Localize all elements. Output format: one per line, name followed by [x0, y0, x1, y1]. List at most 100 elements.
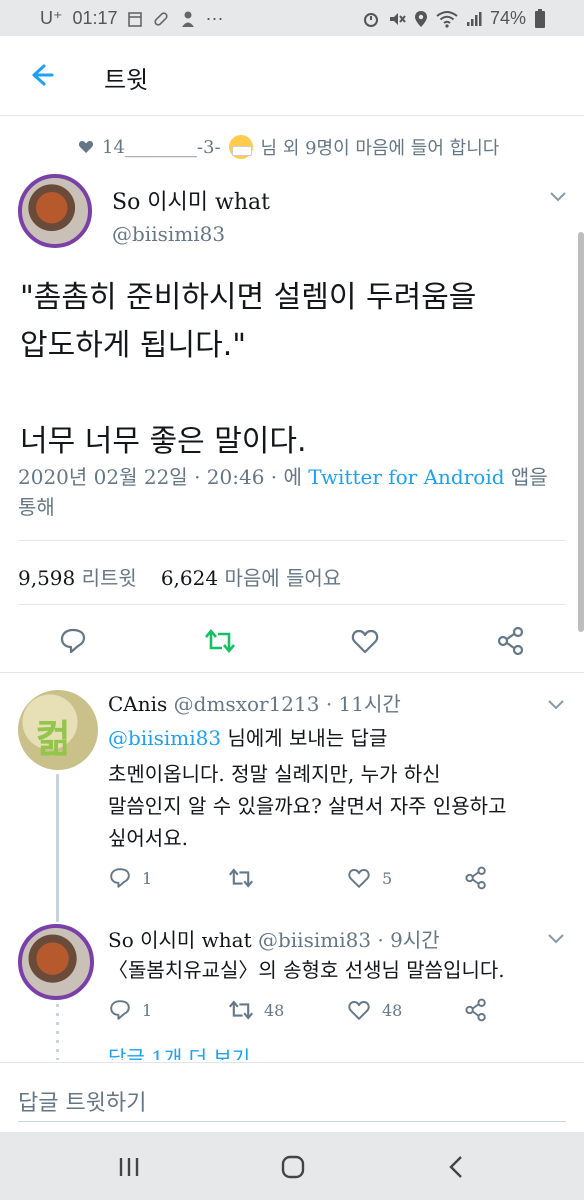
location-icon — [414, 10, 427, 27]
reply-composer[interactable]: 답글 트윗하기 — [0, 1062, 584, 1132]
reply-author-handle[interactable]: @dmsxor1213 · 11시간 — [174, 692, 401, 716]
reply-action-reply[interactable]: 1 — [108, 998, 152, 1022]
tweet-line: "촘촘히 준비하시면 설렘이 두려움을 — [20, 280, 477, 315]
top-app-bar: 트윗 — [0, 36, 584, 116]
composer-underline — [18, 1121, 566, 1122]
tweet-text: "촘촘히 준비하시면 설렘이 두려움을 압도하게 됩니다." 너무 너무 좋은 … — [20, 274, 560, 466]
retweet-label: 리트윗 — [81, 566, 137, 590]
like-count: 48 — [382, 1000, 403, 1020]
reply-action-retweet[interactable] — [228, 866, 264, 890]
reply-header: CAnis @dmsxor1213 · 11시간 — [108, 688, 401, 717]
thread-line — [56, 774, 59, 922]
reply-input-placeholder[interactable]: 답글 트윗하기 — [18, 1085, 146, 1117]
tweet-date: 2020년 02월 22일 · 20:46 · 에 — [18, 465, 302, 489]
page-title: 트윗 — [104, 66, 149, 94]
liked-by-name[interactable]: 14________-3- — [102, 137, 221, 158]
like-icon[interactable] — [350, 626, 380, 656]
retweet-icon — [229, 1000, 253, 1020]
reply-avatar[interactable]: 컮 — [18, 690, 98, 770]
divider — [18, 540, 566, 541]
avatar-glyph: 컮 — [36, 717, 71, 761]
reply-action-like[interactable]: 48 — [346, 998, 402, 1022]
tweet-actions — [0, 620, 584, 664]
reply-icon[interactable] — [58, 626, 88, 656]
reply-avatar[interactable] — [18, 924, 94, 1000]
pill-icon — [153, 11, 168, 26]
person-icon — [181, 11, 194, 27]
client-link[interactable]: Twitter for Android — [308, 465, 504, 489]
mask-emoji-icon — [228, 135, 253, 159]
back-arrow-icon[interactable] — [24, 58, 58, 92]
signal-icon — [466, 11, 482, 26]
recent-apps-icon[interactable] — [114, 1152, 144, 1182]
reply-action-retweet[interactable]: 48 — [228, 998, 284, 1022]
system-nav-bar — [0, 1132, 584, 1200]
reply-author-name[interactable]: CAnis — [108, 692, 167, 716]
author-avatar[interactable] — [18, 174, 92, 248]
battery-icon — [535, 8, 545, 28]
reply-text: 초멘이옵니다. 정말 실례지만, 누가 하신 말씀인지 알 수 있을까요? 살면… — [108, 758, 506, 854]
mute-icon — [389, 12, 406, 25]
calendar-icon — [127, 11, 142, 27]
more-replies-link[interactable]: 답글 1개 더 보기 — [108, 1042, 250, 1060]
reply-icon — [110, 868, 130, 888]
like-icon — [348, 1001, 370, 1020]
tweet-line: 압도하게 됩니다." — [20, 328, 247, 363]
reply-icon — [110, 1000, 130, 1020]
alarm-icon — [363, 12, 378, 27]
wifi-icon — [436, 10, 458, 28]
author-handle[interactable]: @biisimi83 — [112, 222, 225, 246]
reply-line: 초멘이옵니다. 정말 실례지만, 누가 하신 — [108, 762, 441, 786]
replying-to-handle[interactable]: @biisimi83 — [108, 726, 221, 750]
like-count: 6,624 — [160, 566, 219, 590]
tweet-line: 너무 너무 좋은 말이다. — [20, 424, 307, 459]
share-icon — [465, 866, 486, 890]
carrier-label: U⁺ — [40, 8, 63, 28]
reply-line: 싶어서요. — [108, 826, 188, 850]
like-label: 마음에 들어요 — [224, 566, 342, 590]
battery-percent: 74% — [489, 8, 526, 28]
client-suffix: 앱을 — [510, 465, 548, 489]
reply-count: 1 — [142, 868, 153, 888]
reply-count: 1 — [142, 1000, 153, 1020]
reply-line: 〈돌봄치유교실〉의 송형호 선생님 말씀입니다. — [108, 958, 505, 982]
tweet-metadata: 2020년 02월 22일 · 20:46 · 에 Twitter for An… — [18, 462, 566, 522]
scrollbar[interactable] — [578, 232, 584, 632]
retweet-stat[interactable]: 9,598 리트윗 — [18, 562, 137, 591]
retweet-count: 9,598 — [18, 566, 76, 590]
like-stat[interactable]: 6,624 마음에 들어요 — [161, 562, 341, 591]
reply-action-reply[interactable]: 1 — [108, 866, 152, 890]
retweet-icon[interactable] — [204, 626, 236, 656]
retweet-icon — [229, 868, 253, 888]
reply-text: 〈돌봄치유교실〉의 송형호 선생님 말씀입니다. — [108, 954, 505, 986]
share-icon[interactable] — [496, 626, 526, 656]
reply-line: 말씀인지 알 수 있을까요? 살면서 자주 인용하고 — [108, 794, 507, 818]
retweet-count: 48 — [264, 1000, 285, 1020]
share-icon — [465, 998, 486, 1022]
thread-dots — [56, 1004, 59, 1060]
replying-to-suffix: 님에게 보내는 답글 — [227, 726, 388, 750]
tweet-stats: 9,598 리트윗 6,624 마음에 들어요 — [18, 562, 341, 591]
divider — [0, 672, 584, 673]
back-icon[interactable] — [442, 1152, 472, 1182]
author-name[interactable]: So 이시미 what — [112, 184, 270, 216]
reply-action-share[interactable] — [464, 998, 488, 1022]
more-notifications-icon: ··· — [205, 8, 224, 28]
reply-action-like[interactable]: 5 — [346, 866, 392, 890]
reply-header: So 이시미 what @biisimi83 · 9시간 — [108, 924, 440, 953]
liked-by-row[interactable]: 14________-3- 님 외 9명이 마음에 들어 합니다 — [78, 134, 499, 160]
divider — [18, 604, 566, 605]
reply-author-name[interactable]: So 이시미 what — [108, 928, 252, 952]
like-icon — [348, 869, 370, 888]
chevron-down-icon[interactable] — [546, 932, 566, 946]
status-bar: U⁺ 01:17 ··· 74% — [0, 0, 584, 36]
like-count: 5 — [382, 868, 393, 888]
chevron-down-icon[interactable] — [546, 698, 566, 712]
reply-author-handle[interactable]: @biisimi83 · 9시간 — [258, 928, 440, 952]
heart-icon — [78, 141, 94, 153]
replying-to: @biisimi83 님에게 보내는 답글 — [108, 722, 387, 751]
home-icon[interactable] — [278, 1152, 308, 1182]
chevron-down-icon[interactable] — [548, 190, 568, 204]
liked-by-suffix: 님 외 9명이 마음에 들어 합니다 — [260, 138, 500, 159]
reply-action-share[interactable] — [464, 866, 488, 890]
